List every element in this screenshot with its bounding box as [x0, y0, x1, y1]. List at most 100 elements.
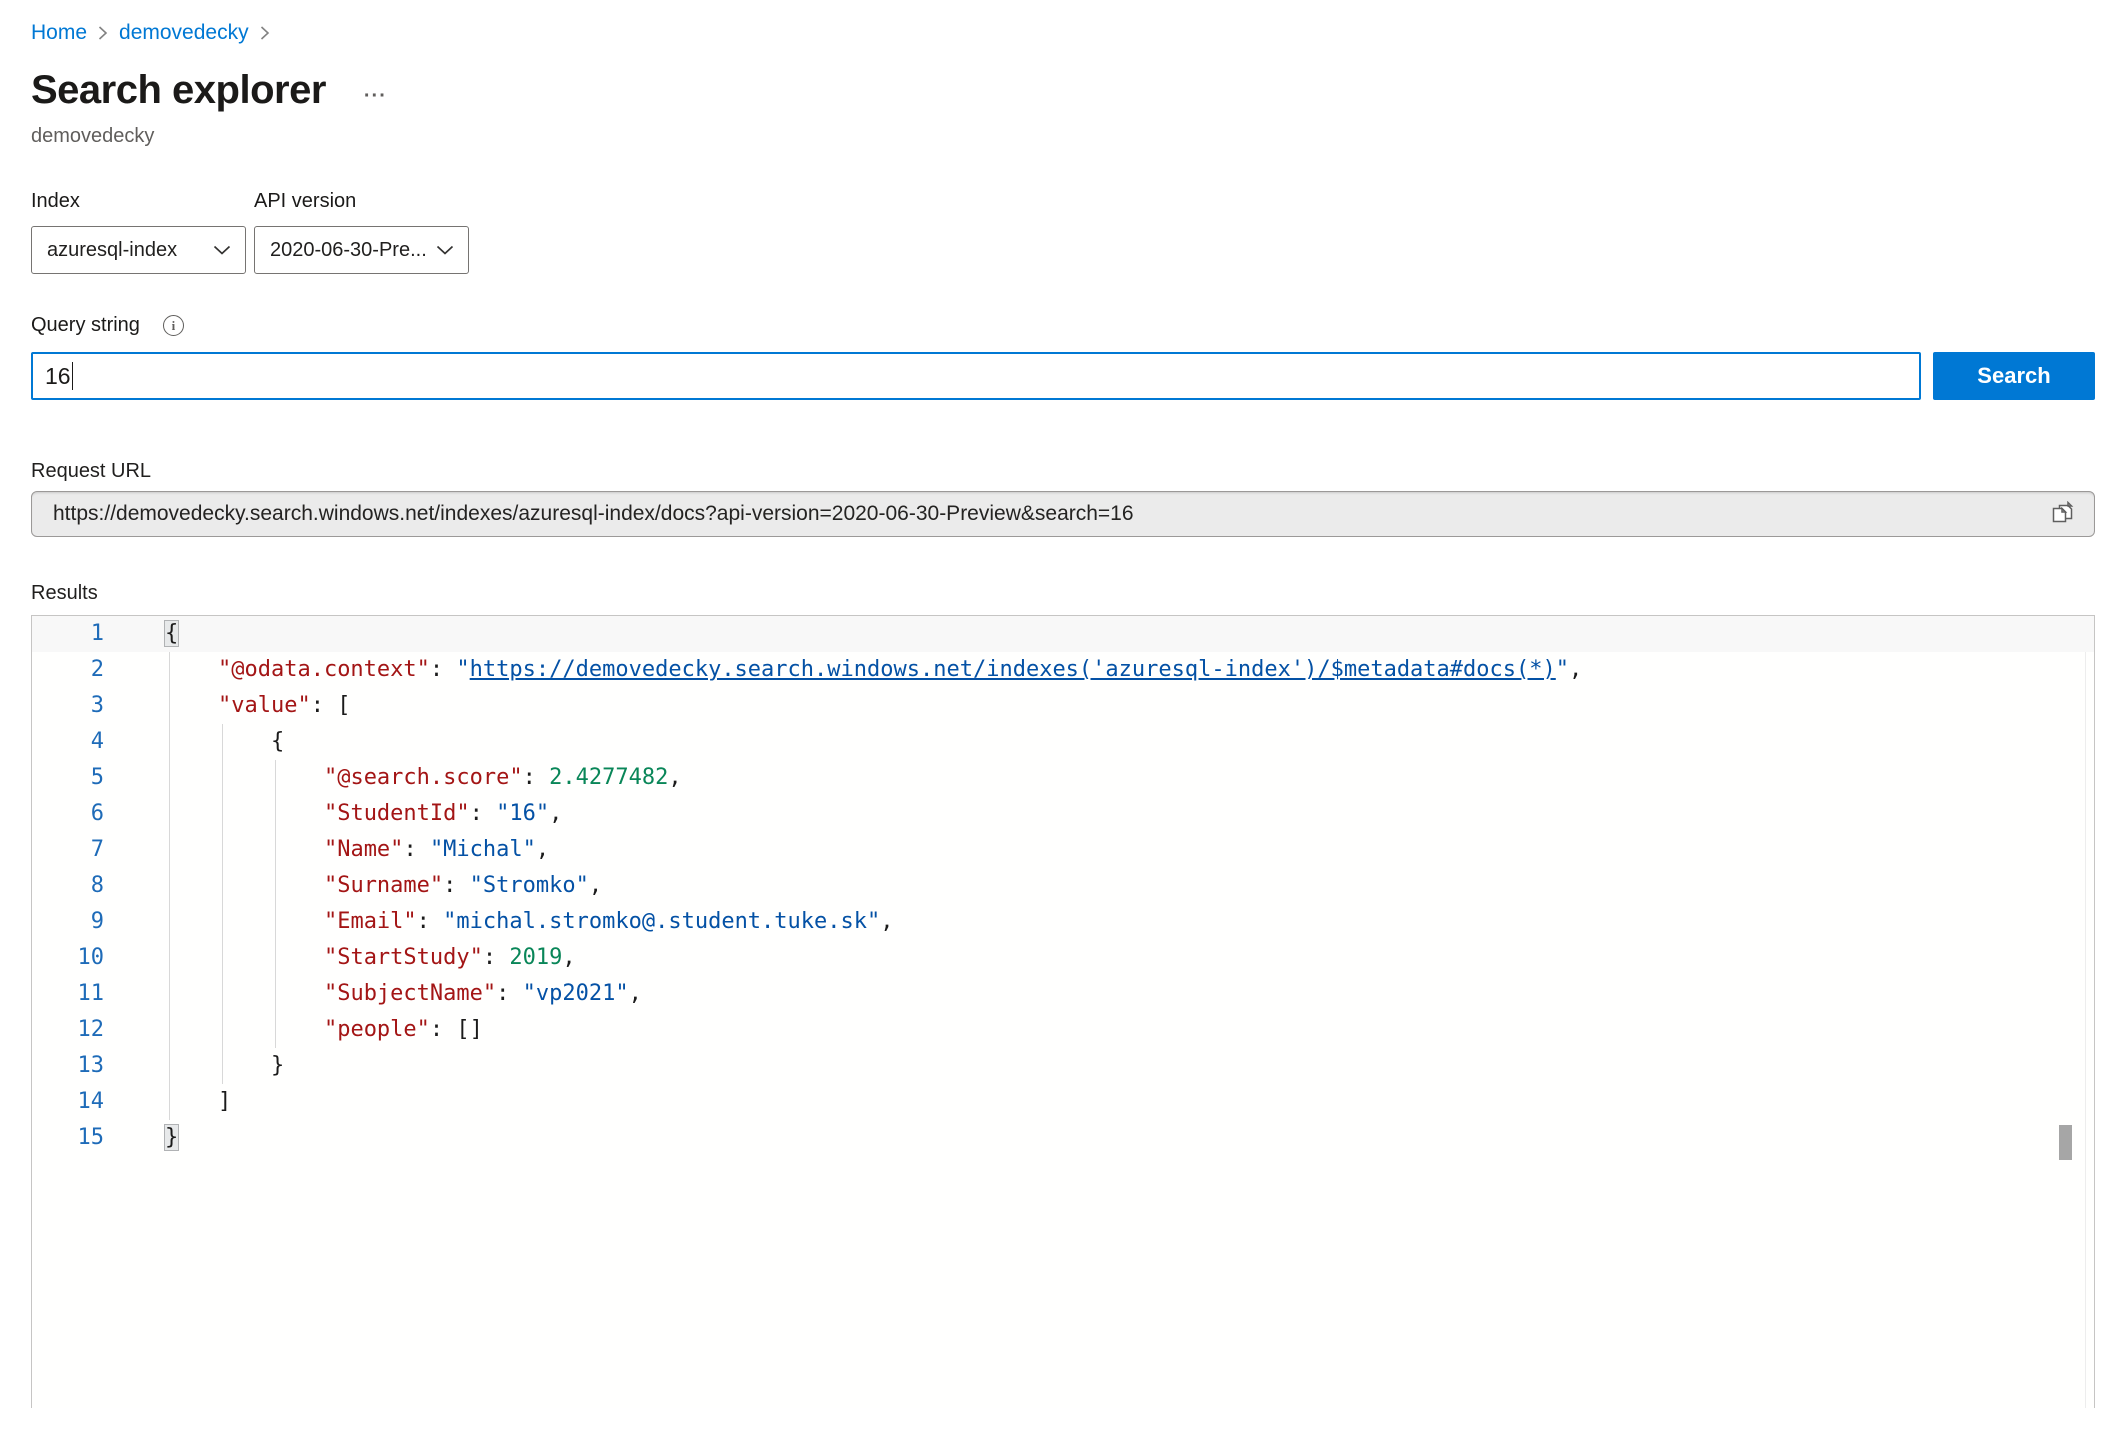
code-token: :: [403, 837, 430, 862]
request-url-value[interactable]: https://demovedecky.search.windows.net/i…: [53, 502, 2046, 526]
request-url-label: Request URL: [31, 460, 2095, 483]
code-token: "Stromko": [470, 873, 589, 898]
code-line: 12 "people": []: [32, 1012, 2094, 1048]
odata-context-link[interactable]: https://demovedecky.search.windows.net/i…: [470, 657, 1556, 682]
code-token: [165, 693, 218, 718]
code-token: [165, 909, 324, 934]
search-button[interactable]: Search: [1933, 352, 2095, 400]
query-string-input[interactable]: 16: [31, 352, 1921, 400]
code-token: 2.4277482: [549, 765, 668, 790]
code-token: ,: [668, 765, 681, 790]
page-subtitle: demovedecky: [31, 125, 2095, 148]
code-token: "@odata.context": [218, 657, 430, 682]
line-number: 4: [32, 724, 104, 760]
index-select-value: azuresql-index: [47, 239, 177, 262]
code-line: 4 {: [32, 724, 2094, 760]
chevron-right-icon: [260, 25, 270, 41]
code-token: : [: [311, 693, 351, 718]
code-line: 15}: [32, 1120, 2094, 1156]
code-token: "Name": [324, 837, 403, 862]
search-explorer-page: Home demovedecky Search explorer ··· dem…: [0, 0, 2102, 1436]
index-label: Index: [31, 190, 246, 213]
code-line: 13 }: [32, 1048, 2094, 1084]
code-line: 7 "Name": "Michal",: [32, 832, 2094, 868]
code-area: 1{2 "@odata.context": "https://demovedec…: [32, 616, 2094, 1156]
code-line: 11 "SubjectName": "vp2021",: [32, 976, 2094, 1012]
line-number: 8: [32, 868, 104, 904]
breadcrumb-home-link[interactable]: Home: [31, 21, 87, 45]
code-token: [165, 765, 324, 790]
page-title: Search explorer: [31, 68, 326, 113]
code-token: ]: [165, 1089, 231, 1114]
code-token: {: [165, 729, 284, 754]
code-token: :: [417, 909, 444, 934]
code-token: :: [483, 945, 510, 970]
line-number: 11: [32, 976, 104, 1012]
code-token: [165, 801, 324, 826]
api-version-select[interactable]: 2020-06-30-Pre...: [254, 226, 469, 274]
code-token: }: [165, 1125, 178, 1150]
code-token: "@search.score": [324, 765, 523, 790]
code-token: [165, 1017, 324, 1042]
code-line: 9 "Email": "michal.stromko@.student.tuke…: [32, 904, 2094, 940]
code-token: ,: [880, 909, 893, 934]
code-token: ": [1556, 657, 1569, 682]
info-icon[interactable]: i: [163, 315, 184, 336]
code-line: 5 "@search.score": 2.4277482,: [32, 760, 2094, 796]
code-token: ": [456, 657, 469, 682]
code-token: ,: [562, 945, 575, 970]
code-token: ,: [589, 873, 602, 898]
code-token: :: [523, 765, 550, 790]
code-token: : []: [430, 1017, 483, 1042]
chevron-down-icon: [436, 245, 454, 255]
query-string-label: Query string: [31, 314, 140, 337]
code-token: "Email": [324, 909, 417, 934]
breadcrumb: Home demovedecky: [31, 20, 2095, 46]
results-label: Results: [31, 582, 2095, 605]
code-token: "vp2021": [523, 981, 629, 1006]
code-token: "16": [496, 801, 549, 826]
code-line: 1{: [32, 616, 2094, 652]
code-token: "michal.stromko@.student.tuke.sk": [443, 909, 880, 934]
line-number: 10: [32, 940, 104, 976]
more-options-icon[interactable]: ···: [364, 76, 387, 106]
code-token: "Michal": [430, 837, 536, 862]
chevron-down-icon: [213, 245, 231, 255]
line-number: 7: [32, 832, 104, 868]
code-token: ,: [549, 801, 562, 826]
chevron-right-icon: [98, 25, 108, 41]
code-token: [165, 981, 324, 1006]
code-line: 6 "StudentId": "16",: [32, 796, 2094, 832]
code-token: "value": [218, 693, 311, 718]
code-token: ,: [629, 981, 642, 1006]
code-token: [165, 945, 324, 970]
code-token: }: [165, 1053, 284, 1078]
line-number: 14: [32, 1084, 104, 1120]
api-version-label: API version: [254, 190, 469, 213]
code-line: 8 "Surname": "Stromko",: [32, 868, 2094, 904]
index-field: Index azuresql-index: [31, 190, 246, 274]
index-select[interactable]: azuresql-index: [31, 226, 246, 274]
code-token: ,: [536, 837, 549, 862]
code-token: "Surname": [324, 873, 443, 898]
code-line: 14 ]: [32, 1084, 2094, 1120]
code-token: :: [470, 801, 497, 826]
code-token: {: [165, 621, 178, 646]
code-token: "people": [324, 1017, 430, 1042]
line-number: 9: [32, 904, 104, 940]
code-line: 2 "@odata.context": "https://demovedecky…: [32, 652, 2094, 688]
code-token: "StartStudy": [324, 945, 483, 970]
results-json-editor[interactable]: 1{2 "@odata.context": "https://demovedec…: [31, 615, 2095, 1408]
breadcrumb-service-link[interactable]: demovedecky: [119, 21, 249, 45]
line-number: 6: [32, 796, 104, 832]
code-token: :: [443, 873, 470, 898]
line-number: 2: [32, 652, 104, 688]
api-version-select-value: 2020-06-30-Pre...: [270, 239, 427, 262]
code-token: "StudentId": [324, 801, 470, 826]
line-number: 13: [32, 1048, 104, 1084]
copy-icon[interactable]: [2046, 497, 2080, 531]
code-token: 2019: [509, 945, 562, 970]
request-url-bar: https://demovedecky.search.windows.net/i…: [31, 491, 2095, 537]
code-token: :: [430, 657, 457, 682]
text-cursor: [72, 362, 74, 390]
